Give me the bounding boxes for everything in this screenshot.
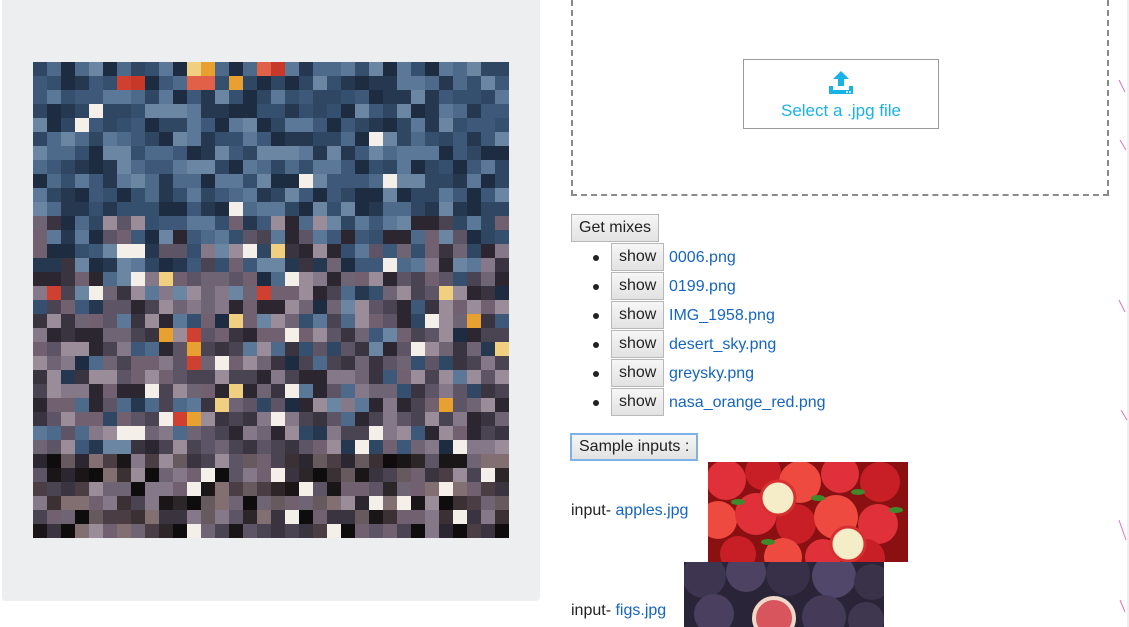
list-bullet <box>593 313 599 319</box>
sample-input-figs: input- figs.jpg <box>571 601 666 621</box>
show-button[interactable]: show <box>611 301 665 329</box>
sample-input-apples: input- apples.jpg <box>571 501 688 521</box>
mosaic-image <box>33 62 509 538</box>
list-bullet <box>593 342 599 348</box>
list-bullet <box>593 255 599 261</box>
show-button[interactable]: show <box>611 243 665 271</box>
list-bullet <box>593 371 599 377</box>
show-button[interactable]: show <box>611 330 665 358</box>
mix-link[interactable]: greysky.png <box>669 364 754 384</box>
select-file-button[interactable]: Select a .jpg file <box>743 59 939 129</box>
upload-icon <box>829 71 853 94</box>
mix-link[interactable]: desert_sky.png <box>669 335 776 355</box>
sample-inputs-button[interactable]: Sample inputs : <box>570 433 699 461</box>
mix-link[interactable]: 0006.png <box>669 248 736 268</box>
show-button[interactable]: show <box>611 272 665 300</box>
figs-thumbnail <box>684 562 884 627</box>
mix-link[interactable]: nasa_orange_red.png <box>669 393 826 413</box>
sample-input-prefix: input- <box>571 602 616 619</box>
sample-input-link[interactable]: figs.jpg <box>615 602 666 619</box>
apples-thumbnail <box>708 462 908 562</box>
sample-input-link[interactable]: apples.jpg <box>615 502 688 519</box>
show-button[interactable]: show <box>611 388 665 416</box>
sample-input-prefix: input- <box>571 502 616 519</box>
get-mixes-button[interactable]: Get mixes <box>571 214 660 242</box>
list-bullet <box>593 400 599 406</box>
list-bullet <box>593 284 599 290</box>
select-file-label: Select a .jpg file <box>780 101 901 120</box>
page-edge-decoration <box>1118 0 1129 627</box>
mix-link[interactable]: IMG_1958.png <box>669 306 775 326</box>
show-button[interactable]: show <box>611 359 665 387</box>
mix-link[interactable]: 0199.png <box>669 277 736 297</box>
